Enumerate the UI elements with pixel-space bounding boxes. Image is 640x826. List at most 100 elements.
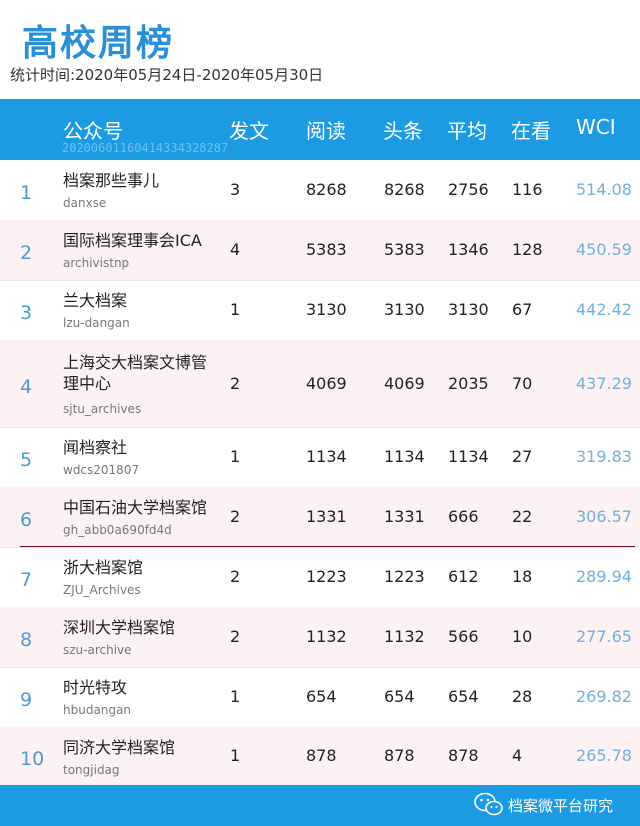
headline-reads: 1223 — [384, 567, 425, 586]
average-reads: 3130 — [448, 300, 489, 319]
average-reads: 1346 — [448, 240, 489, 259]
reads-count: 3130 — [306, 300, 347, 319]
posts-count: 2 — [230, 567, 241, 586]
table-row: 9 时光特攻 hbudangan 1 654 654 654 28 269.82 — [0, 667, 640, 728]
header-posts: 发文 — [229, 119, 269, 143]
posts-count: 4 — [230, 240, 241, 259]
header-account: 公众号 — [63, 119, 123, 143]
wci-score: 442.42 — [576, 300, 632, 319]
likes-count: 28 — [512, 687, 533, 706]
average-reads: 2035 — [448, 374, 489, 393]
wci-score: 319.83 — [576, 447, 632, 466]
account-name: 时光特攻 — [63, 678, 128, 697]
headline-reads: 654 — [384, 687, 415, 706]
rank-number: 7 — [20, 569, 33, 591]
posts-count: 3 — [230, 180, 241, 199]
wci-score: 514.08 — [576, 180, 632, 199]
likes-count: 67 — [512, 300, 533, 319]
wechat-icon — [474, 792, 503, 816]
table-row: 4 上海交大档案文博管理中心 sjtu_archives 2 4069 4069 2035 7… — [0, 340, 640, 428]
wci-score: 265.78 — [576, 746, 632, 765]
table-row: 7 浙大档案馆 ZJU_Archives 2 1223 1223 612 18 289.94 — [0, 547, 640, 608]
reads-count: 654 — [306, 687, 337, 706]
posts-count: 2 — [230, 627, 241, 646]
posts-count: 2 — [230, 374, 241, 393]
account-name: 深圳大学档案馆 — [63, 618, 176, 637]
table-header: 公众号 发文 阅读 头条 平均 在看 WCI 20200601160414334… — [0, 99, 640, 160]
headline-reads: 4069 — [384, 374, 425, 393]
likes-count: 22 — [512, 507, 533, 526]
table-row: 6 中国石油大学档案馆 gh_abb0a690fd4d 2 1331 1331 666 22 3… — [0, 487, 640, 548]
account-id: sjtu_archives — [63, 402, 142, 416]
header-average: 平均 — [447, 119, 487, 143]
wci-score: 277.65 — [576, 627, 632, 646]
header-wci: WCI — [576, 115, 616, 139]
header-likes: 在看 — [511, 119, 551, 143]
headline-reads: 8268 — [384, 180, 425, 199]
posts-count: 1 — [230, 300, 241, 319]
headline-reads: 3130 — [384, 300, 425, 319]
rank-number: 6 — [20, 509, 33, 531]
average-reads: 1134 — [448, 447, 489, 466]
average-reads: 2756 — [448, 180, 489, 199]
likes-count: 116 — [512, 180, 543, 199]
account-name: 档案那些事儿 — [63, 171, 160, 190]
account-id: gh_abb0a690fd4d — [63, 523, 172, 537]
likes-count: 27 — [512, 447, 533, 466]
account-id: ZJU_Archives — [63, 583, 141, 597]
average-reads: 666 — [448, 507, 479, 526]
account-name: 闻档察社 — [63, 438, 128, 457]
likes-count: 4 — [512, 746, 523, 765]
rank-number: 10 — [20, 748, 45, 770]
headline-reads: 878 — [384, 746, 415, 765]
table-row: 3 兰大档案 lzu-dangan 1 3130 3130 3130 67 442.42 — [0, 280, 640, 341]
account-name: 国际档案理事会ICA — [63, 231, 202, 250]
wci-score: 306.57 — [576, 507, 632, 526]
average-reads: 566 — [448, 627, 479, 646]
headline-reads: 5383 — [384, 240, 425, 259]
average-reads: 654 — [448, 687, 479, 706]
account-name: 上海交大档案文博管理中心 — [63, 353, 208, 393]
headline-reads: 1331 — [384, 507, 425, 526]
reads-count: 1134 — [306, 447, 347, 466]
headline-reads: 1134 — [384, 447, 425, 466]
account-id: szu-archive — [63, 643, 132, 657]
likes-count: 18 — [512, 567, 533, 586]
posts-count: 2 — [230, 507, 241, 526]
account-id: danxse — [63, 196, 107, 210]
account-name: 兰大档案 — [63, 291, 128, 310]
wci-score: 289.94 — [576, 567, 632, 586]
rank-number: 5 — [20, 449, 33, 471]
rank-number: 2 — [20, 242, 33, 264]
header-headline: 头条 — [383, 119, 423, 143]
reads-count: 1331 — [306, 507, 347, 526]
wci-score: 269.82 — [576, 687, 632, 706]
reads-count: 1132 — [306, 627, 347, 646]
period-text: 统计时间:2020年05月24日-2020年05月30日 — [10, 66, 324, 84]
headline-reads: 1132 — [384, 627, 425, 646]
posts-count: 1 — [230, 687, 241, 706]
wci-score: 437.29 — [576, 374, 632, 393]
rank-number: 9 — [20, 689, 33, 711]
account-name: 同济大学档案馆 — [63, 738, 176, 757]
table-row: 5 闻档察社 wdcs201807 1 1134 1134 1134 27 319.83 — [0, 427, 640, 488]
reads-count: 5383 — [306, 240, 347, 259]
reads-count: 1223 — [306, 567, 347, 586]
header-reads: 阅读 — [306, 119, 346, 143]
page-title: 高校周榜 — [22, 23, 175, 64]
wci-score: 450.59 — [576, 240, 632, 259]
reads-count: 878 — [306, 746, 337, 765]
account-name: 浙大档案馆 — [63, 558, 144, 577]
rank-number: 8 — [20, 629, 33, 651]
posts-count: 1 — [230, 746, 241, 765]
rank-number: 1 — [20, 182, 33, 204]
average-reads: 612 — [448, 567, 479, 586]
likes-count: 10 — [512, 627, 533, 646]
likes-count: 128 — [512, 240, 543, 259]
table-row: 8 深圳大学档案馆 szu-archive 2 1132 1132 566 10 277.65 — [0, 607, 640, 668]
reads-count: 4069 — [306, 374, 347, 393]
table-row: 2 国际档案理事会ICA archivistnp 4 5383 5383 1346 128 45… — [0, 220, 640, 281]
account-id: hbudangan — [63, 703, 131, 717]
account-id: lzu-dangan — [63, 316, 130, 330]
account-name: 中国石油大学档案馆 — [63, 498, 208, 517]
